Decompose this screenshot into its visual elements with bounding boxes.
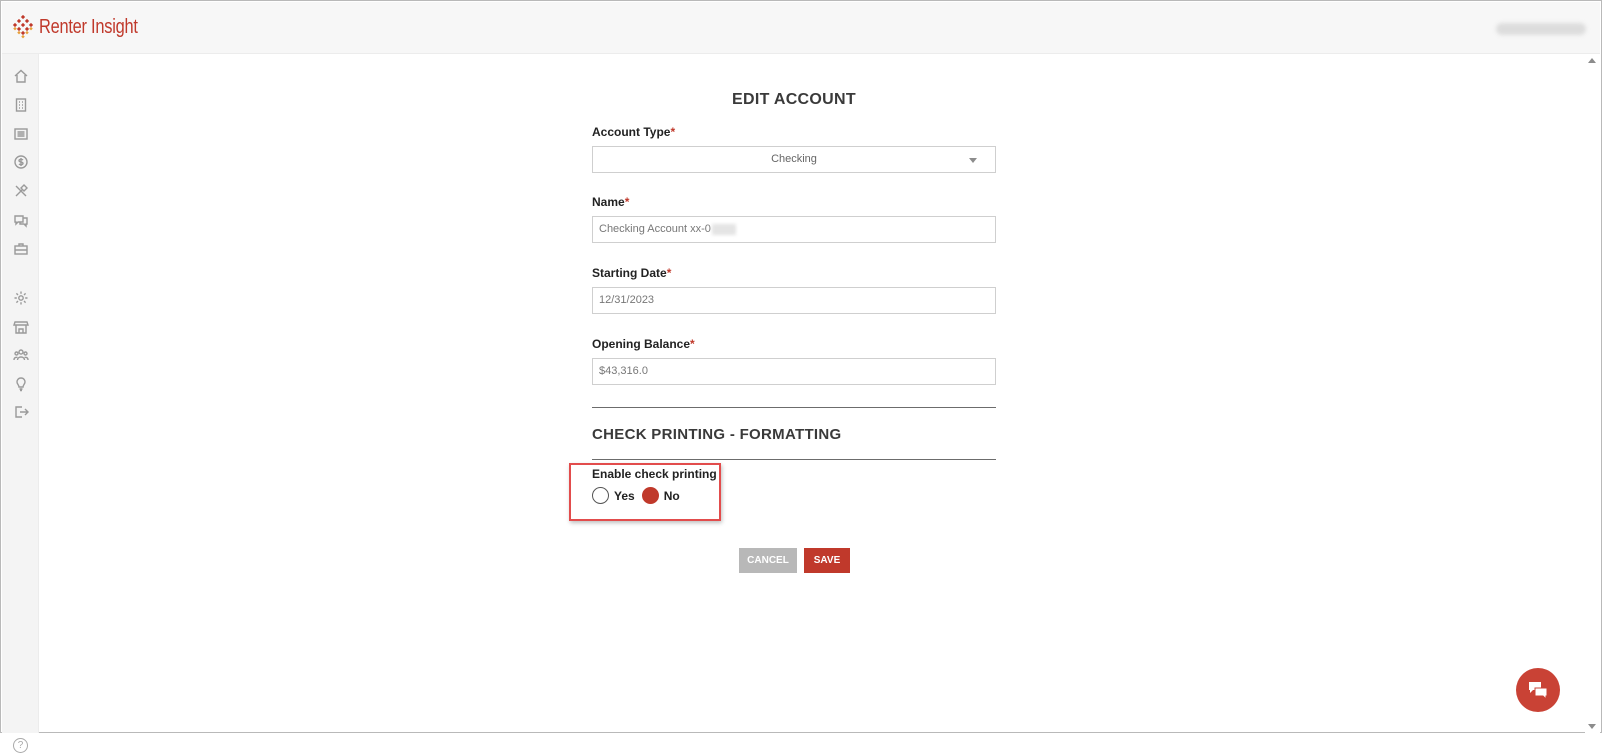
name-value: Checking Account xx-0 bbox=[599, 223, 711, 235]
logout-icon[interactable] bbox=[12, 403, 30, 421]
home-icon[interactable] bbox=[12, 67, 30, 85]
radio-no-label[interactable]: No bbox=[664, 489, 680, 503]
briefcase-icon[interactable] bbox=[12, 240, 30, 258]
starting-date-input[interactable]: 12/31/2023 bbox=[592, 287, 996, 314]
required-marker: * bbox=[666, 266, 672, 280]
account-type-label: Account Type* bbox=[592, 125, 675, 139]
account-type-label-text: Account Type bbox=[592, 125, 671, 139]
name-label: Name* bbox=[592, 195, 629, 209]
tools-icon[interactable] bbox=[12, 182, 30, 200]
store-icon[interactable] bbox=[12, 318, 30, 336]
opening-balance-label: Opening Balance* bbox=[592, 337, 695, 351]
users-icon[interactable] bbox=[12, 346, 30, 364]
check-printing-section-title: CHECK PRINTING - FORMATTING bbox=[592, 426, 842, 443]
name-input[interactable]: Checking Account xx-0 bbox=[592, 216, 996, 243]
edit-account-form: EDIT ACCOUNT Account Type* Checking Name… bbox=[592, 88, 996, 481]
enable-check-printing-radio-group: Yes No bbox=[592, 487, 687, 504]
chat-icon[interactable] bbox=[12, 211, 30, 229]
name-label-text: Name bbox=[592, 195, 625, 209]
brand-logo[interactable]: Renter Insight bbox=[11, 13, 159, 41]
radio-yes-label[interactable]: Yes bbox=[614, 489, 635, 503]
starting-date-value: 12/31/2023 bbox=[599, 294, 655, 306]
save-button[interactable]: SAVE bbox=[804, 548, 850, 573]
brand-name: Renter Insight bbox=[39, 15, 138, 38]
account-type-select[interactable]: Checking bbox=[592, 146, 996, 173]
opening-balance-value: $43,316.0 bbox=[599, 365, 648, 377]
dollar-icon[interactable] bbox=[12, 153, 30, 171]
scroll-up-icon[interactable] bbox=[1588, 58, 1596, 63]
section-divider-bottom bbox=[592, 459, 996, 460]
radio-no[interactable] bbox=[641, 487, 659, 504]
redacted-mask bbox=[711, 223, 736, 235]
cancel-button[interactable]: CANCEL bbox=[739, 548, 797, 573]
user-menu[interactable] bbox=[1496, 23, 1586, 35]
required-marker: * bbox=[670, 125, 676, 139]
section-divider-top bbox=[592, 407, 996, 408]
chevron-down-icon bbox=[969, 158, 977, 163]
opening-balance-label-text: Opening Balance bbox=[592, 337, 691, 351]
live-chat-button[interactable] bbox=[1516, 668, 1560, 712]
opening-balance-input[interactable]: $43,316.0 bbox=[592, 358, 996, 385]
chat-bubble-icon bbox=[1529, 682, 1548, 700]
gear-icon[interactable] bbox=[12, 289, 30, 307]
account-type-value: Checking bbox=[771, 153, 817, 165]
logo-icon bbox=[12, 15, 34, 39]
required-marker: * bbox=[624, 195, 630, 209]
sidebar: ? bbox=[2, 54, 39, 753]
starting-date-label: Starting Date* bbox=[592, 266, 671, 280]
top-header: Renter Insight bbox=[2, 2, 1600, 54]
radio-yes[interactable] bbox=[592, 487, 609, 504]
help-icon[interactable]: ? bbox=[13, 738, 28, 753]
lightbulb-icon[interactable] bbox=[12, 375, 30, 393]
scroll-down-icon[interactable] bbox=[1588, 724, 1596, 729]
vertical-scrollbar[interactable] bbox=[1585, 54, 1600, 733]
list-icon[interactable] bbox=[12, 125, 30, 143]
building-icon[interactable] bbox=[12, 96, 30, 114]
starting-date-label-text: Starting Date bbox=[592, 266, 667, 280]
page-title: EDIT ACCOUNT bbox=[732, 91, 856, 108]
required-marker: * bbox=[690, 337, 695, 351]
